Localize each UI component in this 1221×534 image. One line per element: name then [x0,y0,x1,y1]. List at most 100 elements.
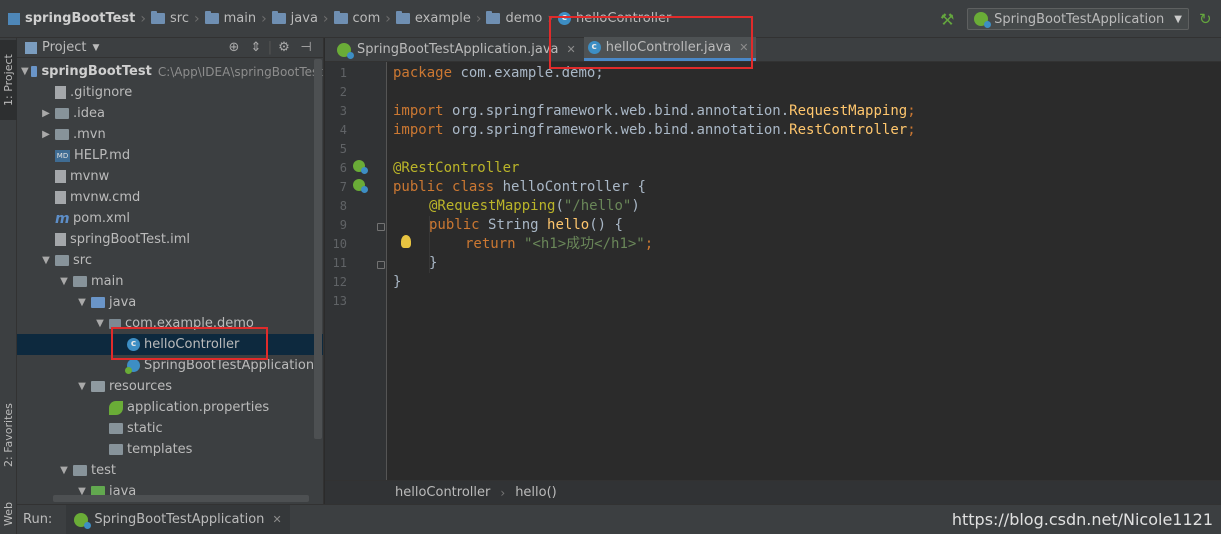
spring-leaf-icon [109,400,123,415]
expanded-arrow-icon[interactable]: ▼ [57,276,71,287]
line-number: 2 [339,85,347,99]
chevron-down-icon[interactable]: ▼ [92,43,99,53]
run-tab-springboottestapplication[interactable]: SpringBootTestApplication ✕ [66,505,290,534]
footer-crumb-method[interactable]: hello() [515,485,557,500]
breadcrumb-project[interactable]: springBootTest [4,0,139,37]
folder-icon [486,11,501,24]
chevron-right-icon: › [547,10,553,27]
run-label: Run: [23,512,53,527]
tree-node-pom-xml[interactable]: m pom.xml [17,208,323,229]
build-hammer-icon[interactable]: ⚒ [937,9,957,29]
hide-panel-icon[interactable]: ⊣ [295,40,317,55]
fold-marker-icon[interactable] [377,261,385,269]
breadcrumb-java[interactable]: java [268,0,322,37]
line-number: 3 [339,104,347,118]
tree-node-idea[interactable]: ▶ .idea [17,103,323,124]
project-tree: ▼ springBootTest C:\App\IDEA\springBootT… [17,58,323,502]
code-line-8: @RequestMapping("/hello") [429,198,640,214]
tree-node-src[interactable]: ▼ src [17,250,323,271]
tree-node-package[interactable]: ▼ com.example.demo [17,313,323,334]
breadcrumb-main[interactable]: main [201,0,260,37]
collapsed-arrow-icon[interactable]: ▶ [39,108,53,119]
module-folder-icon [30,66,38,77]
tree-node-test[interactable]: ▼ test [17,460,323,481]
vertical-scrollbar[interactable] [314,59,322,439]
close-icon[interactable]: ✕ [272,513,281,526]
spring-class-icon [125,359,140,374]
expanded-arrow-icon[interactable]: ▼ [21,66,29,77]
tool-tab-favorites[interactable]: 2: Favorites [0,400,17,470]
tree-node-root[interactable]: ▼ springBootTest C:\App\IDEA\springBootT… [17,61,323,82]
breadcrumb-demo[interactable]: demo [482,0,546,37]
project-view-icon [25,41,37,54]
tree-node-main[interactable]: ▼ main [17,271,323,292]
code-area[interactable]: package com.example.demo; import org.spr… [393,62,1221,480]
folder-icon [109,444,123,455]
collapse-all-icon[interactable]: ⇕ [245,40,267,55]
tree-node-help-md[interactable]: MD HELP.md [17,145,323,166]
tree-node-mvnw[interactable]: mvnw [17,166,323,187]
spring-bean-gutter-icon[interactable] [353,160,368,174]
chevron-right-icon: › [140,10,146,27]
resources-folder-icon [91,381,105,392]
class-icon: c [127,338,140,351]
navigation-bar: springBootTest › src › main › java › com… [0,0,1221,38]
close-icon[interactable]: ✕ [739,41,748,54]
run-configuration-dropdown[interactable]: SpringBootTestApplication ▼ [967,8,1189,30]
tree-node-gitignore[interactable]: .gitignore [17,82,323,103]
line-number: 10 [332,237,347,251]
code-line-7: public class helloController { [393,179,646,195]
fold-marker-icon[interactable] [377,223,385,231]
watermark: https://blog.csdn.net/Nicole1121 [951,510,1213,529]
close-icon[interactable]: ✕ [566,43,575,56]
project-view-selector[interactable]: Project [42,40,86,55]
tree-node-hellocontroller[interactable]: c helloController [17,334,323,355]
tree-node-templates[interactable]: templates [17,439,323,460]
tree-node-java[interactable]: ▼ java [17,292,323,313]
tree-node-application-properties[interactable]: application.properties [17,397,323,418]
tree-node-mvnw-cmd[interactable]: mvnw.cmd [17,187,323,208]
spring-boot-icon [74,512,92,529]
tool-tab-project[interactable]: 1: Project [0,40,17,120]
chevron-right-icon: › [475,10,482,27]
line-number: 9 [339,218,347,232]
toolbar-right: ⚒ SpringBootTestApplication ▼ ↻ [937,0,1221,38]
tree-node-resources[interactable]: ▼ resources [17,376,323,397]
editor-tabs: SpringBootTestApplication.java ✕ c hello… [325,37,1221,62]
folder-icon [395,11,410,24]
expanded-arrow-icon[interactable]: ▼ [75,381,89,392]
tab-springboottestapplication[interactable]: SpringBootTestApplication.java ✕ [333,38,584,61]
expanded-arrow-icon[interactable]: ▼ [93,318,107,329]
folder-icon [73,276,87,287]
lightbulb-icon[interactable] [401,235,411,248]
tab-hellocontroller[interactable]: c helloController.java ✕ [583,37,757,61]
project-icon [8,12,20,25]
package-icon [109,318,121,329]
expanded-arrow-icon[interactable]: ▼ [57,465,71,476]
breadcrumb-src[interactable]: src [147,0,193,37]
expanded-arrow-icon[interactable]: ▼ [39,255,53,266]
line-number: 12 [332,275,347,289]
spring-bean-gutter-icon[interactable] [353,179,368,193]
breadcrumb-hellocontroller[interactable]: c helloController [554,0,675,37]
locate-icon[interactable]: ⊕ [223,40,245,55]
line-number: 4 [339,123,347,137]
footer-crumb-class[interactable]: helloController [395,485,490,500]
horizontal-scrollbar[interactable] [53,495,309,502]
spring-boot-icon [974,12,992,28]
breadcrumb-example[interactable]: example [392,0,475,37]
tool-tab-web[interactable]: Web [0,494,17,534]
tree-node-application-class[interactable]: SpringBootTestApplication [17,355,323,376]
tree-node-static[interactable]: static [17,418,323,439]
tree-node-iml[interactable]: springBootTest.iml [17,229,323,250]
line-number: 5 [339,142,347,156]
rerun-icon[interactable]: ↻ [1199,10,1217,28]
collapsed-arrow-icon[interactable]: ▶ [39,129,53,140]
breadcrumb-com[interactable]: com [330,0,385,37]
code-line-4: import org.springframework.web.bind.anno… [393,122,916,138]
line-number: 8 [339,199,347,213]
expanded-arrow-icon[interactable]: ▼ [75,297,89,308]
gear-icon[interactable]: ⚙ [273,40,295,55]
breadcrumb: springBootTest › src › main › java › com… [0,0,675,37]
tree-node-mvn[interactable]: ▶ .mvn [17,124,323,145]
